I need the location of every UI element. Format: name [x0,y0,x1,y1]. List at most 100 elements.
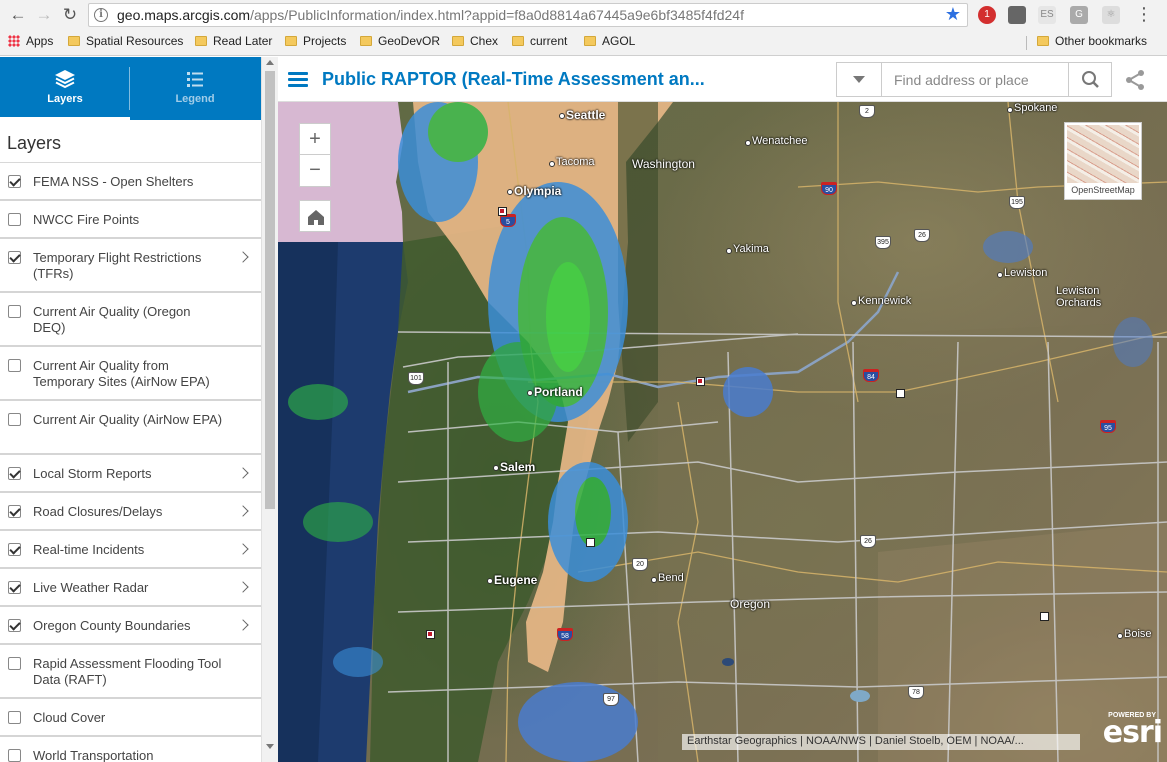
home-button[interactable] [299,200,331,232]
layer-checkbox[interactable] [8,543,21,556]
chevron-right-icon[interactable] [237,581,249,593]
search-icon [1082,71,1099,88]
layer-label: FEMA NSS - Open Shelters [33,174,194,189]
scrollbar-thumb[interactable] [265,71,275,509]
scroll-down-icon[interactable] [266,744,274,749]
extension-badge-icon[interactable]: 1 [978,6,996,24]
layer-item[interactable]: Oregon County Boundaries [0,607,261,645]
extension-atom-icon[interactable]: ⚛ [1102,6,1120,24]
layer-checkbox[interactable] [8,711,21,724]
chevron-right-icon[interactable] [237,619,249,631]
search-input[interactable] [883,63,1069,96]
layer-checkbox[interactable] [8,413,21,426]
layer-item[interactable]: NWCC Fire Points [0,201,261,239]
extension-g-icon[interactable]: G [1070,6,1088,24]
bookmark-chex[interactable]: Chex [452,34,498,52]
incident-marker[interactable] [696,377,705,386]
layer-item[interactable]: Cloud Cover [0,699,261,737]
layer-checkbox[interactable] [8,581,21,594]
layer-checkbox[interactable] [8,213,21,226]
chevron-right-icon[interactable] [237,251,249,263]
extension-pocket-icon[interactable] [1008,6,1026,24]
layer-item[interactable]: Road Closures/Delays [0,493,261,531]
address-bar[interactable]: i geo.maps.arcgis.com/apps/PublicInforma… [88,3,968,27]
search-button[interactable] [1068,63,1111,96]
layer-item[interactable]: Rapid Assessment Flooding Tool Data (RAF… [0,645,261,699]
layer-item[interactable]: Current Air Quality (Oregon DEQ) [0,293,261,347]
hamburger-menu-icon[interactable] [288,72,308,88]
layer-item[interactable]: Local Storm Reports [0,455,261,493]
bookmark-spatial-resources[interactable]: Spatial Resources [68,34,183,52]
bookmark-projects[interactable]: Projects [285,34,346,52]
zoom-out-button[interactable]: − [300,155,330,186]
esri-logo[interactable]: POWERED BY esri [1092,712,1163,754]
map-label-city: Salem [492,460,536,474]
info-icon[interactable]: i [94,8,108,22]
bookmark-current[interactable]: current [512,34,567,52]
map-label-city: Spokane [1006,102,1058,114]
bookmark-star-icon[interactable]: ★ [945,4,961,25]
shelter-marker[interactable] [586,538,595,547]
layer-item[interactable]: Live Weather Radar [0,569,261,607]
basemap-label: OpenStreetMap [1071,185,1135,195]
layer-checkbox[interactable] [8,305,21,318]
bookmarks-bar: Apps Spatial Resources Read Later Projec… [0,30,1167,56]
panel-scrollbar[interactable] [261,57,278,762]
map-label-city: Boise [1117,628,1152,640]
chevron-right-icon[interactable] [237,467,249,479]
bookmark-label: Other bookmarks [1055,34,1148,48]
bookmark-apps[interactable]: Apps [8,34,53,52]
back-icon[interactable]: ← [8,5,28,25]
layer-item[interactable]: Current Air Quality from Temporary Sites… [0,347,261,401]
forward-icon[interactable]: → [34,5,54,25]
bookmark-other[interactable]: Other bookmarks [1037,34,1147,52]
bookmark-read-later[interactable]: Read Later [195,34,272,52]
url-text: geo.maps.arcgis.com/apps/PublicInformati… [117,7,744,23]
layer-item[interactable]: World Transportation [0,737,261,762]
extension-es-icon[interactable]: ES [1038,6,1056,24]
layer-checkbox[interactable] [8,175,21,188]
chevron-right-icon[interactable] [237,505,249,517]
basemap-thumbnail [1067,125,1139,183]
esri-brand-text: esri [1102,715,1163,750]
layer-label: Cloud Cover [33,710,106,725]
incident-marker[interactable] [426,630,435,639]
layer-checkbox[interactable] [8,749,21,762]
map-view[interactable]: + − OpenStreetMap Seattle Tacoma Olympia… [278,102,1167,762]
scroll-up-icon[interactable] [266,60,274,65]
map-label-city: Tacoma [549,156,595,168]
layer-item[interactable]: Real-time Incidents [0,531,261,569]
reload-icon[interactable]: ↻ [60,5,80,25]
map-label-city: Olympia [506,184,562,198]
extension-badge-count: 1 [984,9,990,20]
layer-checkbox[interactable] [8,359,21,372]
layer-checkbox[interactable] [8,657,21,670]
app-title: Public RAPTOR (Real-Time Assessment an..… [322,69,705,89]
shelter-marker[interactable] [1040,612,1049,621]
map-attribution[interactable]: Earthstar Geographics | NOAA/NWS | Danie… [682,734,1080,750]
layer-item[interactable]: Temporary Flight Restrictions (TFRs) [0,239,261,293]
incident-marker[interactable] [498,207,507,216]
tab-layers[interactable]: Layers [0,57,130,120]
tab-legend[interactable]: Legend [130,57,260,120]
browser-menu-icon[interactable]: ⋮ [1135,4,1153,24]
search-source-dropdown[interactable] [837,63,882,96]
share-icon[interactable] [1123,68,1147,92]
shelter-marker[interactable] [896,389,905,398]
zoom-in-button[interactable]: + [300,124,330,155]
bookmark-label: Projects [303,34,347,48]
layer-item[interactable]: FEMA NSS - Open Shelters [0,163,261,201]
layer-item[interactable]: Current Air Quality (AirNow EPA) [0,401,261,455]
search-box [836,62,1112,97]
layer-label: Oregon County Boundaries [33,618,191,633]
layer-checkbox[interactable] [8,251,21,264]
layer-checkbox[interactable] [8,619,21,632]
chevron-right-icon[interactable] [237,543,249,555]
layer-checkbox[interactable] [8,505,21,518]
layer-checkbox[interactable] [8,467,21,480]
bookmark-agol[interactable]: AGOL [584,34,635,52]
basemap-toggle[interactable]: OpenStreetMap [1064,122,1142,200]
legend-icon [187,72,203,87]
layers-panel: Layers Legend Layers FEMA NSS - Open She… [0,57,261,762]
bookmark-geodevor[interactable]: GeoDevOR [360,34,440,52]
